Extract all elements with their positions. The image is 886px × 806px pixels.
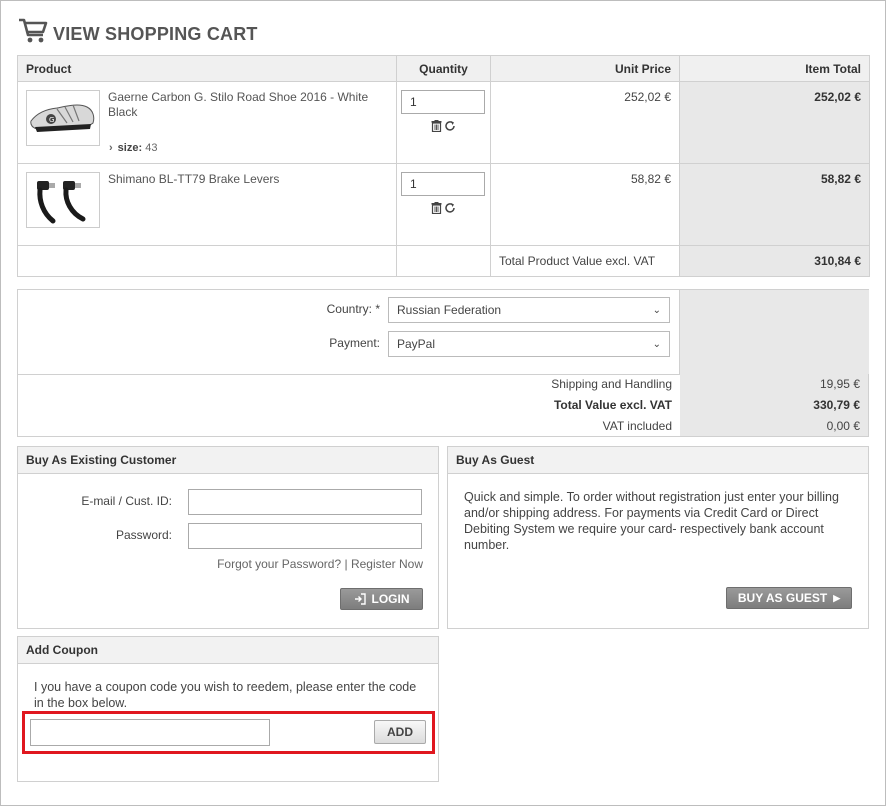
link-separator: |	[344, 557, 348, 571]
trash-icon[interactable]	[431, 120, 442, 132]
attribute-label: size:	[117, 142, 143, 154]
unit-price: 58,82 €	[490, 163, 680, 246]
quantity-cell	[396, 81, 491, 164]
vat-row: VAT included 0,00 €	[18, 416, 868, 436]
refresh-icon[interactable]	[444, 202, 456, 214]
email-label: E-mail / Cust. ID:	[81, 494, 172, 508]
cart-total-row: Total Product Value excl. VAT 310,84 €	[17, 245, 870, 277]
login-button[interactable]: LOGIN	[340, 588, 423, 610]
shipping-handling-label: Shipping and Handling	[551, 377, 672, 391]
caret-right-icon: ▶	[833, 592, 841, 603]
product-cell: Shimano BL-TT79 Brake Levers	[17, 163, 397, 246]
shipping-payment-box: Country: * Russian Federation ⌄ Payment:…	[17, 289, 869, 437]
cart-table: Product Quantity Unit Price Item Total G…	[17, 55, 870, 277]
buy-as-guest-label: BUY AS GUEST	[737, 591, 828, 605]
item-total: 252,02 €	[679, 81, 870, 164]
product-name-link[interactable]: Shimano BL-TT79 Brake Levers	[108, 172, 386, 187]
chevron-down-icon: ⌄	[652, 304, 661, 316]
chevron-down-icon: ⌄	[652, 338, 661, 350]
password-label: Password:	[115, 528, 172, 542]
buy-as-guest-button[interactable]: BUY AS GUEST ▶	[726, 587, 852, 609]
vat-label: VAT included	[602, 419, 672, 433]
page-title: VIEW SHOPPING CART	[18, 17, 258, 45]
login-button-label: LOGIN	[371, 592, 410, 606]
brake-levers-image	[37, 181, 86, 224]
account-links: Forgot your Password? | Register Now	[217, 557, 423, 571]
total-value: 330,79 €	[680, 395, 868, 416]
product-attribute: › size: 43	[109, 142, 157, 154]
register-now-link[interactable]: Register Now	[351, 557, 423, 571]
empty-cell	[396, 245, 491, 277]
coupon-panel: Add Coupon I you have a coupon code you …	[17, 636, 439, 782]
total-product-value-label: Total Product Value excl. VAT	[490, 245, 680, 277]
login-icon	[354, 593, 366, 605]
total-product-value: 310,84 €	[679, 245, 870, 277]
country-label: Country: *	[326, 302, 380, 316]
column-header-quantity: Quantity	[396, 55, 491, 82]
quantity-input[interactable]	[401, 172, 485, 196]
shipping-gray-column	[679, 290, 869, 374]
quantity-input[interactable]	[401, 90, 485, 114]
quantity-actions	[431, 120, 456, 132]
chevron-right-icon: ›	[109, 142, 113, 154]
product-thumbnail-levers[interactable]	[26, 172, 100, 228]
existing-customer-panel: Buy As Existing Customer E-mail / Cust. …	[17, 446, 439, 629]
coupon-description: I you have a coupon code you wish to ree…	[34, 680, 417, 710]
svg-text:G: G	[49, 116, 54, 124]
column-header-product: Product	[17, 55, 397, 82]
country-select[interactable]: Russian Federation ⌄	[388, 297, 670, 323]
trash-icon[interactable]	[431, 202, 442, 214]
shoe-image: G	[30, 104, 95, 132]
attribute-value: 43	[145, 142, 158, 154]
forgot-password-link[interactable]: Forgot your Password?	[217, 557, 341, 571]
quantity-actions	[431, 202, 456, 214]
total-value-label: Total Value excl. VAT	[553, 398, 672, 412]
table-row: G Gaerne Carbon G. Stilo Road Shoe 2016 …	[17, 81, 870, 164]
password-field[interactable]	[188, 523, 422, 549]
item-total: 58,82 €	[679, 163, 870, 246]
email-field[interactable]	[188, 489, 422, 515]
cart-header-row: Product Quantity Unit Price Item Total	[17, 55, 870, 82]
total-value-row: Total Value excl. VAT 330,79 €	[18, 395, 868, 416]
shipping-handling-value: 19,95 €	[680, 374, 868, 395]
payment-label: Payment:	[329, 336, 380, 350]
unit-price: 252,02 €	[490, 81, 680, 164]
country-value: Russian Federation	[397, 303, 502, 317]
refresh-icon[interactable]	[444, 120, 456, 132]
quantity-cell	[396, 163, 491, 246]
shopping-cart-icon	[19, 18, 48, 43]
coupon-header: Add Coupon	[18, 637, 438, 664]
empty-cell	[17, 245, 397, 277]
product-thumbnail-shoe[interactable]: G	[26, 90, 100, 146]
highlight-box	[22, 711, 435, 754]
vat-value: 0,00 €	[680, 416, 868, 436]
payment-select[interactable]: PayPal ⌄	[388, 331, 670, 357]
shipping-handling-row: Shipping and Handling 19,95 €	[18, 374, 868, 395]
column-header-item-total: Item Total	[679, 55, 870, 82]
product-name-link[interactable]: Gaerne Carbon G. Stilo Road Shoe 2016 - …	[108, 90, 386, 120]
product-cell: G Gaerne Carbon G. Stilo Road Shoe 2016 …	[17, 81, 397, 164]
guest-header: Buy As Guest	[448, 447, 868, 474]
payment-value: PayPal	[397, 337, 436, 351]
existing-customer-header: Buy As Existing Customer	[18, 447, 438, 474]
table-row: Shimano BL-TT79 Brake Levers 58,82 € 58,…	[17, 163, 870, 246]
guest-description: Quick and simple. To order without regis…	[464, 490, 839, 552]
page-title-text: VIEW SHOPPING CART	[53, 23, 258, 44]
column-header-unit-price: Unit Price	[490, 55, 680, 82]
guest-panel: Buy As Guest Quick and simple. To order …	[447, 446, 869, 629]
